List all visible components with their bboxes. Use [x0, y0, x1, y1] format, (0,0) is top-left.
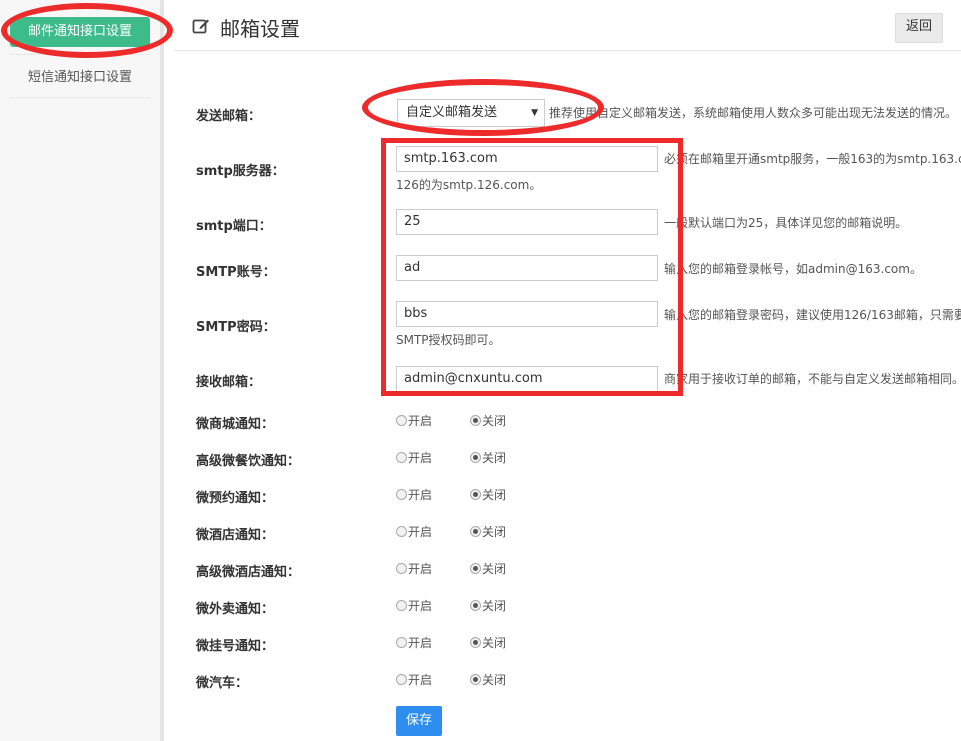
- smtp-server-hint-2: 126的为smtp.126.com。: [396, 178, 542, 192]
- sidebar-divider: [10, 97, 150, 98]
- option-label: 开启: [408, 599, 433, 613]
- notify-off-option[interactable]: 关闭: [470, 486, 506, 503]
- radio-on-icon: [470, 526, 481, 537]
- sender-select[interactable]: 自定义邮箱发送 ▼: [397, 99, 545, 127]
- sidebar-item-email-notify[interactable]: 邮件通知接口设置: [10, 17, 150, 47]
- notify-on-option[interactable]: 开启: [396, 449, 432, 466]
- smtp-server-input[interactable]: smtp.163.com: [396, 146, 658, 172]
- radio-on-icon: [470, 415, 481, 426]
- sender-label: 发送邮箱：: [196, 109, 262, 124]
- notify-label: 高级微酒店通知：: [196, 565, 301, 580]
- sender-hint: 推荐使用自定义邮箱发送，系统邮箱使用人数众多可能出现无法发送的情况。: [549, 106, 958, 120]
- notify-label: 微酒店通知：: [196, 528, 275, 543]
- page-header: 邮箱设置 返回: [174, 0, 961, 51]
- radio-on-icon: [470, 600, 481, 611]
- notify-off-option[interactable]: 关闭: [470, 560, 506, 577]
- notify-label: 微汽车：: [196, 676, 249, 691]
- radio-on-icon: [470, 489, 481, 500]
- edit-icon: [192, 19, 209, 34]
- smtp-password-input[interactable]: bbs: [396, 301, 658, 327]
- option-label: 关闭: [482, 451, 507, 465]
- sidebar: 邮件通知接口设置 短信通知接口设置: [0, 0, 164, 741]
- radio-on-icon: [470, 637, 481, 648]
- sidebar-item-label: 邮件通知接口设置: [27, 24, 132, 39]
- radio-off-icon: [396, 637, 407, 648]
- notify-off-option[interactable]: 关闭: [470, 523, 506, 540]
- smtp-port-label: smtp端口：: [196, 219, 272, 234]
- option-label: 开启: [408, 451, 433, 465]
- smtp-port-hint: 一般默认端口为25，具体详见您的邮箱说明。: [664, 216, 908, 230]
- option-label: 关闭: [482, 599, 507, 613]
- option-label: 关闭: [482, 414, 507, 428]
- radio-off-icon: [396, 489, 407, 500]
- sidebar-divider: [10, 54, 150, 55]
- radio-off-icon: [396, 452, 407, 463]
- notify-on-option[interactable]: 开启: [396, 634, 432, 651]
- sender-select-value: 自定义邮箱发送: [406, 105, 498, 120]
- notify-on-option[interactable]: 开启: [396, 486, 432, 503]
- smtp-password-label: SMTP密码：: [196, 320, 276, 335]
- radio-off-icon: [396, 563, 407, 574]
- smtp-server-label: smtp服务器：: [196, 164, 285, 179]
- radio-on-icon: [470, 452, 481, 463]
- receive-email-hint: 商家用于接收订单的邮箱，不能与自定义发送邮箱相同。: [664, 372, 961, 386]
- sidebar-item-sms-notify[interactable]: 短信通知接口设置: [10, 63, 150, 93]
- notify-off-option[interactable]: 关闭: [470, 634, 506, 651]
- smtp-server-hint: 必须在邮箱里开通smtp服务，一般163的为smtp.163.com，: [664, 152, 961, 166]
- radio-on-icon: [470, 563, 481, 574]
- notify-off-option[interactable]: 关闭: [470, 449, 506, 466]
- page-title: 邮箱设置: [220, 17, 300, 41]
- option-label: 关闭: [482, 525, 507, 539]
- option-label: 开启: [408, 673, 433, 687]
- notify-on-option[interactable]: 开启: [396, 412, 432, 429]
- radio-off-icon: [396, 526, 407, 537]
- notify-label: 微商城通知：: [196, 417, 275, 432]
- caret-down-icon: ▼: [531, 108, 538, 118]
- option-label: 开启: [408, 414, 433, 428]
- option-label: 开启: [408, 562, 433, 576]
- smtp-port-input[interactable]: 25: [396, 209, 658, 235]
- radio-off-icon: [396, 674, 407, 685]
- option-label: 关闭: [482, 488, 507, 502]
- notify-on-option[interactable]: 开启: [396, 560, 432, 577]
- radio-off-icon: [396, 600, 407, 611]
- receive-email-input[interactable]: admin@cnxuntu.com: [396, 366, 658, 392]
- notify-label: 微挂号通知：: [196, 639, 275, 654]
- back-button[interactable]: 返回: [895, 13, 943, 43]
- option-label: 开启: [408, 636, 433, 650]
- notify-on-option[interactable]: 开启: [396, 523, 432, 540]
- option-label: 开启: [408, 488, 433, 502]
- radio-off-icon: [396, 415, 407, 426]
- sidebar-item-label: 短信通知接口设置: [27, 70, 132, 85]
- notify-on-option[interactable]: 开启: [396, 597, 432, 614]
- notify-label: 高级微餐饮通知：: [196, 454, 301, 469]
- smtp-password-hint-2: SMTP授权码即可。: [396, 333, 501, 347]
- notify-off-option[interactable]: 关闭: [470, 671, 506, 688]
- smtp-account-input[interactable]: ad: [396, 255, 658, 281]
- receive-email-label: 接收邮箱：: [196, 375, 262, 390]
- notify-label: 微外卖通知：: [196, 602, 275, 617]
- notify-off-option[interactable]: 关闭: [470, 597, 506, 614]
- option-label: 关闭: [482, 673, 507, 687]
- smtp-account-label: SMTP账号：: [196, 265, 276, 280]
- option-label: 关闭: [482, 562, 507, 576]
- smtp-password-hint: 输入您的邮箱登录密码，建议使用126/163邮箱，只需要: [664, 308, 961, 322]
- save-button[interactable]: 保存: [396, 706, 442, 736]
- notify-label: 微预约通知：: [196, 491, 275, 506]
- smtp-account-hint: 输入您的邮箱登录帐号，如admin@163.com。: [664, 262, 922, 276]
- option-label: 关闭: [482, 636, 507, 650]
- notify-off-option[interactable]: 关闭: [470, 412, 506, 429]
- notify-on-option[interactable]: 开启: [396, 671, 432, 688]
- radio-on-icon: [470, 674, 481, 685]
- option-label: 开启: [408, 525, 433, 539]
